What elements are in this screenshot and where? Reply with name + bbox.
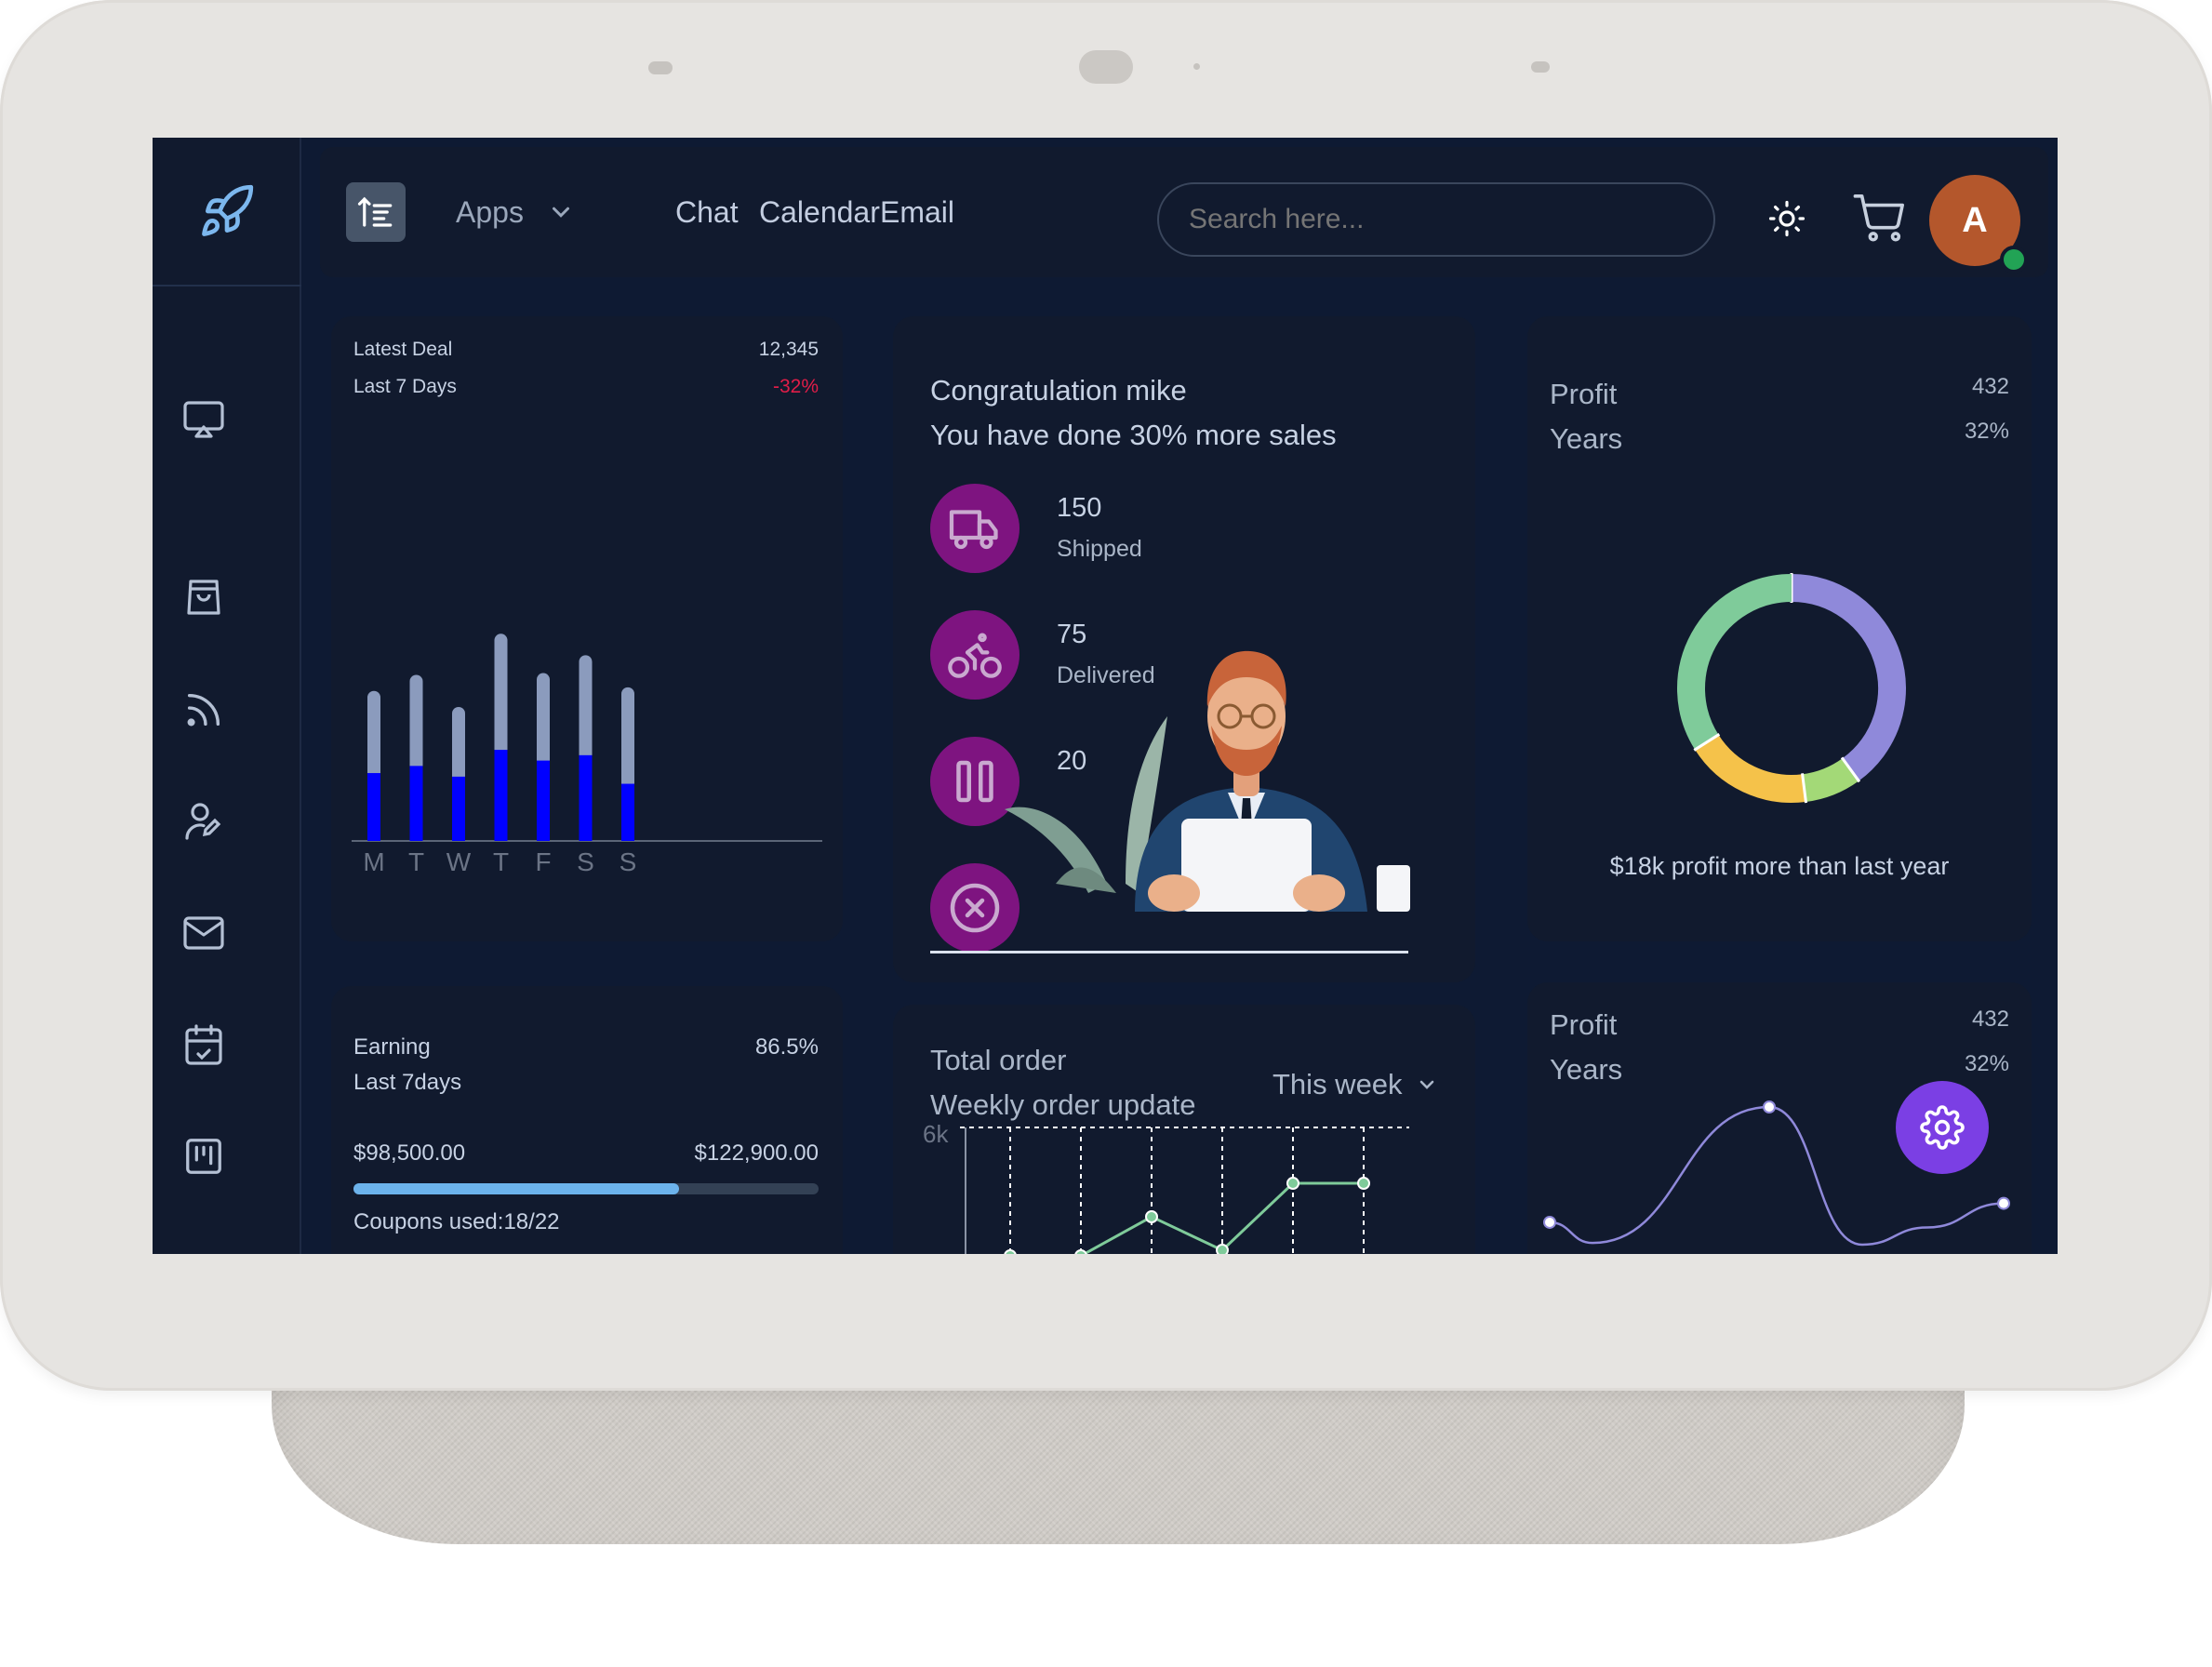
profit-line-card: Profit 432 Years 32% (1527, 982, 2032, 1254)
sidebar-item-shop[interactable] (180, 573, 227, 620)
bar-segment (621, 783, 634, 841)
illustration-baseline (930, 951, 1408, 954)
x-tick-label: F (535, 847, 551, 876)
sidebar-item-feed[interactable] (180, 687, 227, 733)
user-edit-icon (185, 803, 221, 840)
donut-slice (1677, 574, 1792, 750)
earning-target: $122,900.00 (694, 1140, 819, 1166)
latest-deal-card: Latest Deal 12,345 Last 7 Days -32% MTWT… (331, 316, 843, 941)
profit-donut-card: Profit 432 Years 32% $18k profit more th… (1527, 316, 2032, 941)
x-tick-label: T (408, 847, 424, 876)
nav-email-link[interactable]: Email (880, 195, 954, 230)
settings-fab-button[interactable] (1896, 1081, 1989, 1174)
bar-segment (579, 754, 593, 841)
latest-deal-bar-chart: MTWTFSS (352, 633, 822, 876)
shipped-label: Shipped (1057, 536, 1142, 562)
sidebar-item-users[interactable] (180, 798, 227, 845)
earning-title: Earning (353, 1034, 431, 1060)
earning-progress-track (353, 1183, 819, 1194)
order-point (1145, 1210, 1158, 1223)
nav-calendar-link[interactable]: Calendar (759, 195, 880, 230)
order-point (1357, 1177, 1370, 1190)
sensor-dot (1193, 63, 1200, 70)
congrats-card: Congratulation mike You have done 30% mo… (893, 316, 1475, 982)
earning-current: $98,500.00 (353, 1140, 466, 1166)
profit-point (1763, 1100, 1776, 1114)
rss-icon (187, 693, 220, 727)
kanban-icon (186, 1139, 221, 1174)
order-point (1004, 1249, 1017, 1254)
bar-segment (494, 750, 508, 841)
profit-donut-chart (1677, 573, 1906, 804)
congrats-title: Congratulation mike (930, 374, 1187, 407)
earning-subtitle: Last 7days (353, 1070, 462, 1095)
apps-label: Apps (456, 195, 524, 229)
sidebar-item-mail[interactable] (180, 910, 227, 956)
cart-button[interactable] (1853, 192, 1907, 250)
sun-icon (1768, 200, 1806, 237)
search-input[interactable] (1157, 182, 1715, 257)
bar-segment (537, 760, 550, 841)
y-tick-label: 6k (923, 1120, 949, 1148)
sensor-right (1531, 61, 1550, 73)
businessman-illustration (1005, 650, 1410, 912)
profit-footer: $18k profit more than last year (1609, 852, 1950, 880)
bar-segment (367, 773, 380, 841)
x-tick-label: T (493, 847, 509, 876)
order-point (1216, 1244, 1229, 1254)
shipped-value: 150 (1057, 493, 1102, 523)
hand-left (1148, 874, 1200, 912)
settings-icon (1920, 1105, 1965, 1150)
total-order-card: Total order Weekly order update This wee… (893, 1005, 1475, 1254)
shopping-bag-icon (187, 580, 220, 615)
order-point (1286, 1177, 1299, 1190)
coupons-used: Coupons used:18/22 (353, 1209, 560, 1234)
donut-slice (1695, 734, 1806, 803)
shipped-stat-icon-wrap (930, 484, 1019, 573)
hand-right (1293, 874, 1345, 912)
donut-slice (1791, 574, 1906, 781)
sidebar-item-dashboard[interactable] (180, 396, 227, 443)
rocket-icon (202, 184, 254, 236)
theme-toggle-button[interactable] (1767, 199, 1806, 243)
device-camera (1079, 50, 1133, 84)
bar-segment (409, 766, 423, 841)
top-bar: Apps Chat Calendar Email A (320, 147, 2048, 277)
truck-icon (949, 510, 998, 550)
order-line (1081, 1181, 1364, 1254)
mug (1377, 865, 1410, 912)
chevron-down-icon (552, 207, 569, 218)
sort-menu-icon (357, 196, 393, 227)
sidebar-item-kanban[interactable] (180, 1133, 227, 1180)
monitor-icon (183, 401, 224, 438)
earning-percent: 86.5% (754, 1034, 819, 1060)
donut-slice (1802, 757, 1859, 803)
logo[interactable] (153, 138, 301, 287)
mail-icon (183, 916, 224, 950)
x-tick-label: S (577, 847, 594, 876)
earning-progress-fill (353, 1183, 679, 1194)
dashboard-screen: Apps Chat Calendar Email A Latest Deal 1… (153, 138, 2058, 1254)
cart-icon (1853, 194, 1904, 242)
earning-card: Earning 86.5% Last 7days $98,500.00 $122… (331, 986, 843, 1254)
nav-chat-link[interactable]: Chat (675, 195, 739, 230)
laptop (1181, 819, 1312, 912)
bar-segment (452, 776, 465, 841)
menu-toggle-button[interactable] (346, 182, 406, 242)
x-tick-label: M (363, 847, 384, 876)
sensor-left (648, 61, 673, 74)
apps-menu[interactable]: Apps (456, 195, 575, 230)
sidebar (153, 138, 301, 1254)
sidebar-item-calendar[interactable] (180, 1021, 227, 1068)
calendar-icon (185, 1024, 222, 1065)
total-order-line-chart: 6k (923, 1120, 1409, 1254)
x-tick-label: S (620, 847, 637, 876)
x-tick-label: W (446, 847, 472, 876)
online-status-dot (2000, 246, 2028, 273)
congrats-subtitle: You have done 30% more sales (930, 419, 1337, 451)
profit-point (1997, 1196, 2010, 1210)
order-point (1074, 1249, 1087, 1254)
profit-point (1543, 1215, 1556, 1229)
